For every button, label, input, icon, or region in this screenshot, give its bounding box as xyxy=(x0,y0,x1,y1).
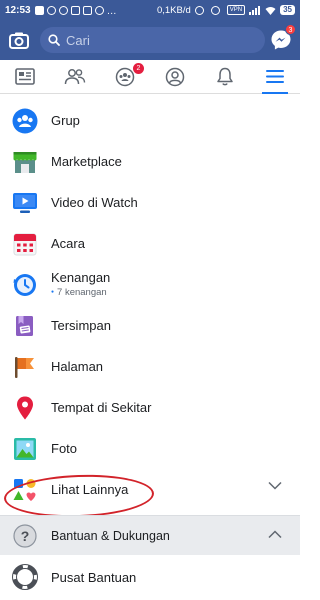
messenger-status-icon xyxy=(94,5,104,15)
tab-profile[interactable] xyxy=(150,60,200,93)
messenger-button[interactable]: 3 xyxy=(270,24,296,51)
whatsapp-icon xyxy=(46,5,56,15)
clock: 12:53 xyxy=(5,4,31,16)
menu-item-label: Video di Watch xyxy=(51,195,138,210)
pages-flag-icon xyxy=(12,354,38,380)
see-more-toggle[interactable]: Lihat Lainnya xyxy=(0,469,300,510)
tab-notifications[interactable] xyxy=(200,60,250,93)
search-icon xyxy=(48,34,60,46)
help-center-label: Pusat Bantuan xyxy=(51,569,137,585)
menu-item-label: Tempat di Sekitar xyxy=(51,400,152,415)
search-bar[interactable] xyxy=(40,27,265,53)
menu-item-label: Kenangan xyxy=(51,269,111,285)
menu-item-halaman[interactable]: Halaman xyxy=(0,346,300,387)
mute-icon xyxy=(210,5,220,15)
photos-icon xyxy=(12,436,38,462)
menu-item-watch[interactable]: Video di Watch xyxy=(0,182,300,223)
shapes-more-icon xyxy=(12,477,38,503)
events-calendar-icon xyxy=(12,231,38,257)
see-more-label: Lihat Lainnya xyxy=(51,482,129,497)
menu-item-marketplace[interactable]: Marketplace xyxy=(0,141,300,182)
chevron-up-icon xyxy=(268,530,282,539)
top-bar: 3 xyxy=(0,20,300,60)
tab-friends[interactable] xyxy=(50,60,100,93)
telegram-icon xyxy=(82,5,92,15)
vpn-badge: VPN xyxy=(226,5,246,15)
menu-item-grup[interactable]: Grup xyxy=(0,100,300,141)
chevron-down-icon xyxy=(268,481,282,490)
menu-item-label: Grup xyxy=(51,113,80,128)
status-right: 0,1KB/d VPN 35 xyxy=(157,5,295,16)
menu-item-label: Marketplace xyxy=(51,154,122,169)
groups-menu-icon xyxy=(12,108,38,134)
groups-icon xyxy=(115,67,135,86)
saved-bookmark-icon xyxy=(12,313,38,339)
menu-icon xyxy=(266,70,284,83)
camera-icon xyxy=(9,32,29,49)
menu-item-acara[interactable]: Acara xyxy=(0,223,300,264)
memories-count: 7 kenangan xyxy=(51,287,110,298)
gallery-icon xyxy=(70,5,80,15)
news-feed-icon xyxy=(15,68,35,85)
tab-menu[interactable] xyxy=(250,60,300,94)
menu-item-label: Acara xyxy=(51,236,85,251)
menu-item-foto[interactable]: Foto xyxy=(0,428,300,469)
more-notifications-icon: … xyxy=(106,5,117,17)
location-pin-icon xyxy=(12,395,38,421)
battery-indicator: 35 xyxy=(280,5,295,15)
help-section-title: Bantuan & Dukungan xyxy=(51,528,170,543)
marketplace-icon xyxy=(12,149,38,175)
help-support-header[interactable]: ? Bantuan & Dukungan xyxy=(0,515,300,555)
instagram-icon xyxy=(58,5,68,15)
wifi-icon xyxy=(265,6,276,15)
signal-icon xyxy=(249,5,261,15)
menu-item-label: Foto xyxy=(51,441,78,456)
tab-news-feed[interactable] xyxy=(0,60,50,93)
memories-clock-icon xyxy=(12,272,38,298)
friends-icon xyxy=(64,69,86,85)
messenger-badge: 3 xyxy=(285,24,296,35)
notifications-icon xyxy=(217,67,233,86)
shortcut-menu: Grup Marketplace Video di Watch Acara Ke… xyxy=(0,100,300,510)
status-bar: 12:53 … 0,1KB/d VPN 35 xyxy=(0,0,300,20)
help-center-item[interactable]: Pusat Bantuan xyxy=(0,556,300,598)
lifebuoy-icon xyxy=(12,564,38,590)
watch-video-icon xyxy=(12,190,38,216)
search-input[interactable] xyxy=(66,32,246,48)
profile-icon xyxy=(165,67,185,86)
menu-item-tempat[interactable]: Tempat di Sekitar xyxy=(0,387,300,428)
groups-badge: 2 xyxy=(133,63,144,74)
menu-item-tersimpan[interactable]: Tersimpan xyxy=(0,305,300,346)
camera-button[interactable] xyxy=(8,29,30,51)
menu-item-text-group: Kenangan 7 kenangan xyxy=(51,270,110,298)
network-speed: 0,1KB/d xyxy=(156,4,191,16)
tab-groups[interactable]: 2 xyxy=(100,60,150,93)
menu-item-label: Halaman xyxy=(51,359,104,374)
svg-text:?: ? xyxy=(21,528,30,544)
alarm-icon xyxy=(194,5,204,15)
menu-item-label: Tersimpan xyxy=(51,318,111,333)
tab-bar: 2 xyxy=(0,60,300,94)
menu-item-kenangan[interactable]: Kenangan 7 kenangan xyxy=(0,264,300,305)
notification-icon xyxy=(34,5,44,15)
help-question-icon: ? xyxy=(12,523,38,549)
